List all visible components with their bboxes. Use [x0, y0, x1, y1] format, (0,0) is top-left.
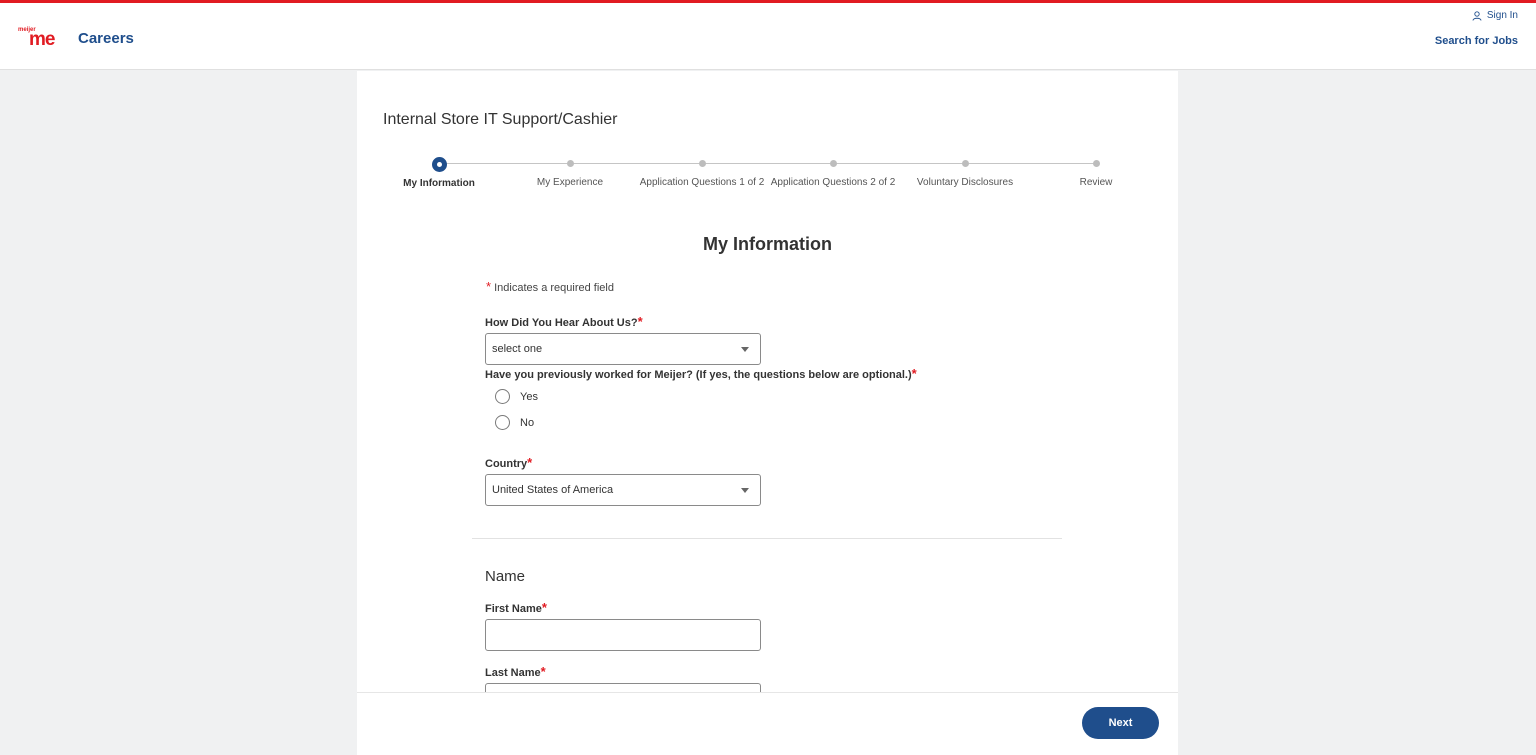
careers-link[interactable]: Careers	[78, 30, 134, 47]
first-name-input[interactable]	[485, 619, 761, 651]
required-asterisk: *	[486, 279, 492, 294]
radio-circle[interactable]	[495, 389, 510, 404]
step-my-experience: My Experience	[505, 157, 635, 189]
country-select[interactable]: United States of America	[485, 474, 761, 506]
required-asterisk: *	[911, 366, 917, 381]
step-label: Application Questions 1 of 2	[639, 177, 765, 188]
hear-about-label: How Did You Hear About Us?*	[485, 314, 643, 329]
step-active-indicator	[431, 157, 447, 172]
sign-in-link[interactable]: Sign In	[1472, 10, 1518, 21]
job-title: Internal Store IT Support/Cashier	[383, 111, 618, 128]
name-heading: Name	[485, 568, 526, 585]
step-indicator	[961, 160, 969, 167]
step-application-questions-2: Application Questions 2 of 2	[768, 157, 898, 189]
hear-about-label-text: How Did You Hear About Us?	[485, 317, 638, 329]
next-button[interactable]: Next	[1082, 707, 1159, 739]
country-value: United States of America	[492, 484, 614, 496]
user-icon	[1472, 10, 1482, 21]
radio-no[interactable]: No	[495, 415, 534, 430]
caret-down-icon	[741, 347, 749, 352]
step-label: Application Questions 2 of 2	[770, 177, 896, 188]
last-name-label: Last Name*	[485, 664, 546, 679]
application-card: Internal Store IT Support/Cashier My Inf…	[357, 71, 1178, 755]
hear-about-select[interactable]: select one	[485, 333, 761, 365]
step-indicator	[566, 160, 574, 167]
section-divider	[472, 538, 1062, 539]
country-label-text: Country	[485, 458, 528, 470]
step-indicator	[1092, 160, 1100, 167]
radio-yes-label: Yes	[520, 390, 538, 403]
section-title: My Information	[703, 234, 832, 254]
radio-yes[interactable]: Yes	[495, 389, 538, 404]
step-indicator	[829, 160, 837, 167]
step-indicator	[698, 160, 706, 167]
meijer-logo[interactable]: meijer me	[18, 27, 58, 51]
radio-circle[interactable]	[495, 415, 510, 430]
required-asterisk: *	[541, 600, 547, 615]
progress-stepper: My Information My Experience Application…	[377, 157, 1167, 217]
form-footer: Next	[357, 692, 1178, 755]
step-voluntary-disclosures: Voluntary Disclosures	[900, 157, 1030, 189]
step-review: Review	[1031, 157, 1161, 189]
previous-meijer-label: Have you previously worked for Meijer? (…	[485, 366, 917, 381]
search-for-jobs-link[interactable]: Search for Jobs	[1435, 35, 1518, 47]
country-label: Country*	[485, 455, 532, 470]
required-asterisk: *	[637, 314, 643, 329]
required-field-note: * Indicates a required field	[486, 279, 614, 294]
step-my-information: My Information	[374, 157, 504, 190]
previous-meijer-label-text: Have you previously worked for Meijer? (…	[485, 369, 912, 381]
step-label: My Experience	[536, 177, 604, 188]
step-label: Voluntary Disclosures	[916, 177, 1014, 188]
caret-down-icon	[741, 488, 749, 493]
first-name-label-text: First Name	[485, 603, 542, 615]
logo-big-text: me	[29, 29, 55, 50]
last-name-label-text: Last Name	[485, 667, 541, 679]
step-application-questions-1: Application Questions 1 of 2	[637, 157, 767, 189]
sign-in-label: Sign In	[1486, 10, 1518, 21]
radio-no-label: No	[520, 416, 535, 429]
step-label: My Information	[403, 178, 475, 189]
step-label: Review	[1079, 177, 1113, 188]
required-note-text: Indicates a required field	[494, 282, 614, 294]
required-asterisk: *	[540, 664, 546, 679]
site-header: meijer me Careers Sign In Search for Job…	[0, 3, 1536, 70]
first-name-label: First Name*	[485, 600, 547, 615]
hear-about-value: select one	[492, 343, 543, 355]
required-asterisk: *	[527, 455, 533, 470]
